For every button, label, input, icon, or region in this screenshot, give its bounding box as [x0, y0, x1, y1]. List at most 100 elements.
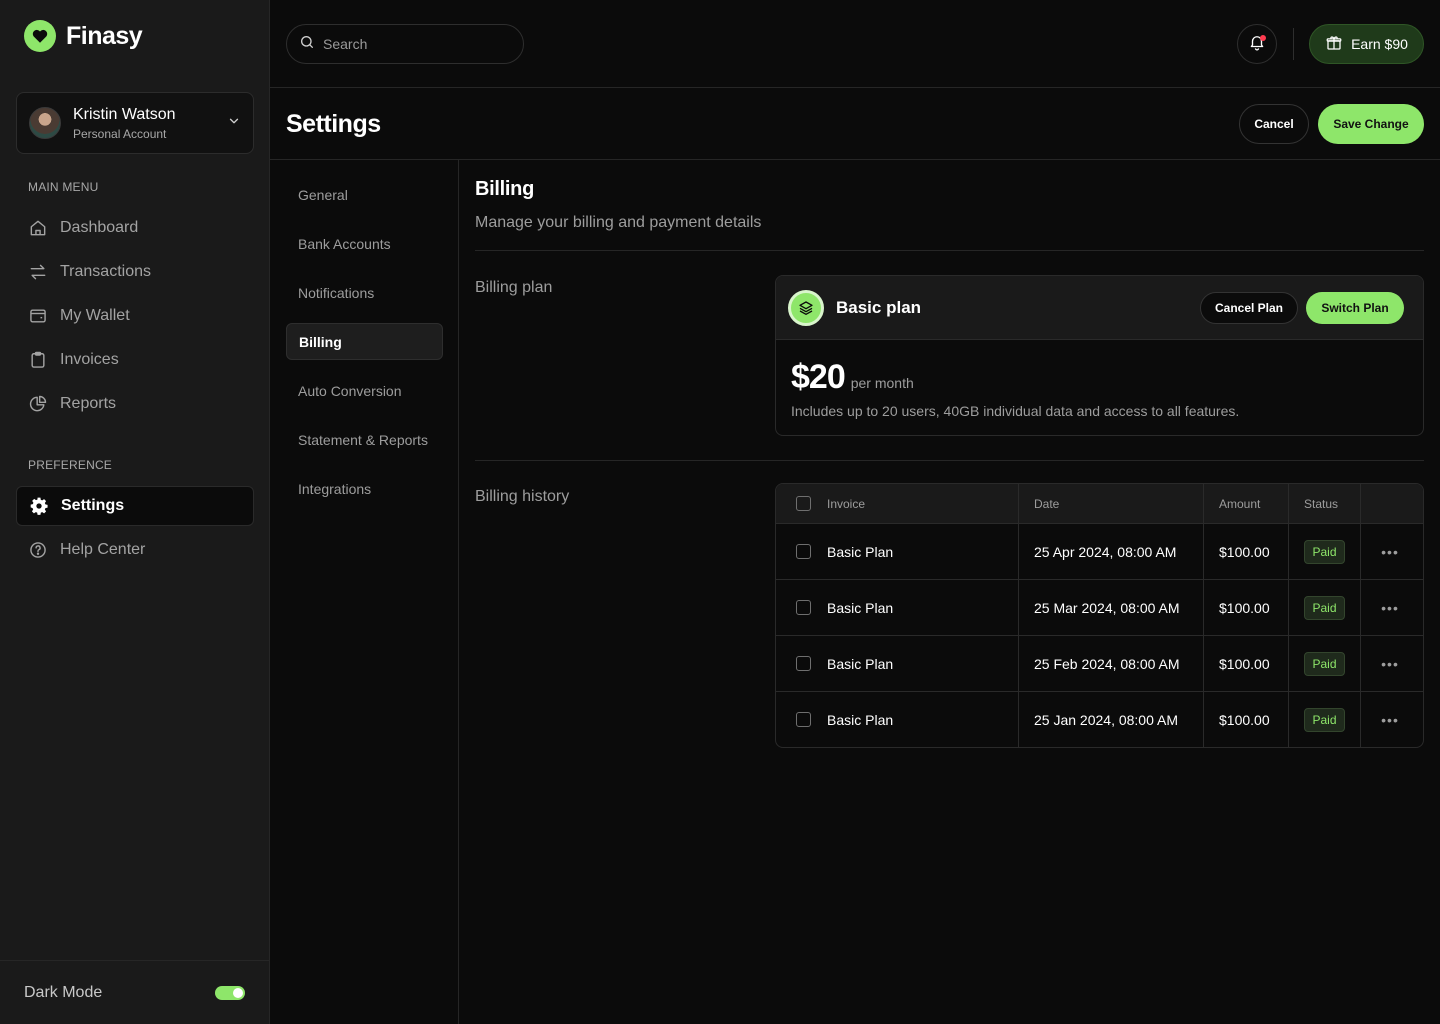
settings-tab-bank-accounts[interactable]: Bank Accounts	[286, 225, 443, 262]
column-divider	[1288, 484, 1289, 747]
table-row: Basic Plan 25 Apr 2024, 08:00 AM $100.00…	[776, 524, 1423, 580]
status-badge: Paid	[1304, 708, 1345, 732]
dark-mode-toggle[interactable]	[215, 985, 245, 1000]
sidebar-item-reports[interactable]: Reports	[16, 384, 254, 424]
account-type: Personal Account	[73, 126, 167, 141]
divider	[1293, 28, 1294, 60]
settings-tab-notifications[interactable]: Notifications	[286, 274, 443, 311]
sidebar-item-label: Help Center	[60, 541, 146, 558]
billing-history-label: Billing history	[475, 488, 570, 505]
table-header: Invoice Date Amount Status	[776, 484, 1423, 524]
search-input[interactable]	[323, 36, 503, 52]
account-switcher[interactable]: Kristin Watson Personal Account	[16, 92, 254, 154]
cancel-plan-button[interactable]: Cancel Plan	[1200, 292, 1298, 324]
layers-icon	[788, 289, 824, 326]
earn-label: Earn $90	[1351, 36, 1408, 52]
sidebar-item-my-wallet[interactable]: My Wallet	[16, 296, 254, 336]
sidebar-item-label: Reports	[60, 395, 117, 412]
topbar: Earn $90	[270, 0, 1440, 88]
invoice-cell: Basic Plan	[827, 544, 894, 560]
sidebar: Finasy Kristin Watson Personal Account M…	[0, 0, 270, 1024]
sidebar-item-label: Settings	[61, 497, 125, 514]
more-icon[interactable]: •••	[1380, 654, 1400, 674]
col-status: Status	[1304, 497, 1339, 511]
account-name: Kristin Watson	[73, 105, 176, 123]
notification-dot	[1260, 35, 1266, 41]
select-all-checkbox[interactable]	[796, 496, 811, 511]
search-icon	[299, 34, 315, 55]
chevron-down-icon	[227, 114, 241, 133]
table-row: Basic Plan 25 Mar 2024, 08:00 AM $100.00…	[776, 580, 1423, 636]
sidebar-item-invoices[interactable]: Invoices	[16, 340, 254, 380]
sidebar-item-dashboard[interactable]: Dashboard	[16, 208, 254, 248]
invoice-cell: Basic Plan	[827, 600, 894, 616]
page-header: Settings Cancel Save Change	[270, 88, 1440, 160]
settings-tab-statement-reports[interactable]: Statement & Reports	[286, 421, 443, 458]
amount-cell: $100.00	[1219, 712, 1270, 728]
home-icon	[28, 218, 48, 238]
plan-card-header: Basic plan Cancel Plan Switch Plan	[776, 276, 1423, 340]
plan-price: $20 per month	[791, 358, 914, 397]
page-title: Settings	[286, 110, 381, 138]
more-icon[interactable]: •••	[1380, 542, 1400, 562]
heart-icon	[24, 20, 56, 52]
date-cell: 25 Mar 2024, 08:00 AM	[1034, 600, 1180, 616]
row-checkbox[interactable]	[796, 656, 811, 671]
settings-tab-general[interactable]: General	[286, 176, 443, 213]
more-icon[interactable]: •••	[1380, 598, 1400, 618]
amount-cell: $100.00	[1219, 656, 1270, 672]
row-checkbox[interactable]	[796, 712, 811, 727]
billing-title: Billing	[475, 178, 535, 200]
col-amount: Amount	[1219, 497, 1261, 511]
help-icon	[28, 540, 48, 560]
settings-nav: General Bank Accounts Notifications Bill…	[270, 160, 459, 1024]
gift-icon	[1325, 34, 1343, 55]
billing-plan-label: Billing plan	[475, 279, 553, 296]
sidebar-item-label: Dashboard	[60, 219, 139, 236]
gear-icon	[29, 496, 49, 516]
sidebar-item-settings[interactable]: Settings	[16, 486, 254, 526]
date-cell: 25 Feb 2024, 08:00 AM	[1034, 656, 1180, 672]
sidebar-item-label: My Wallet	[60, 307, 130, 324]
dark-mode-label: Dark Mode	[24, 983, 103, 1001]
plan-name: Basic plan	[836, 297, 922, 317]
avatar	[29, 107, 61, 139]
search-box[interactable]	[286, 24, 524, 64]
column-divider	[1018, 484, 1019, 747]
notifications-button[interactable]	[1237, 24, 1277, 64]
table-row: Basic Plan 25 Jan 2024, 08:00 AM $100.00…	[776, 692, 1423, 747]
plan-card: Basic plan Cancel Plan Switch Plan $20 p…	[775, 275, 1424, 436]
save-change-button[interactable]: Save Change	[1318, 104, 1424, 144]
billing-subtitle: Manage your billing and payment details	[475, 214, 762, 231]
settings-tab-billing[interactable]: Billing	[286, 323, 443, 360]
pie-chart-icon	[28, 394, 48, 414]
sidebar-item-label: Transactions	[60, 263, 151, 280]
settings-tab-integrations[interactable]: Integrations	[286, 470, 443, 507]
amount-cell: $100.00	[1219, 600, 1270, 616]
date-cell: 25 Apr 2024, 08:00 AM	[1034, 544, 1177, 560]
sidebar-item-help-center[interactable]: Help Center	[16, 530, 254, 570]
invoice-cell: Basic Plan	[827, 712, 894, 728]
row-checkbox[interactable]	[796, 600, 811, 615]
invoice-cell: Basic Plan	[827, 656, 894, 672]
cancel-button[interactable]: Cancel	[1239, 104, 1309, 144]
divider	[475, 460, 1424, 461]
status-badge: Paid	[1304, 596, 1345, 620]
logo[interactable]: Finasy	[24, 20, 143, 52]
amount-cell: $100.00	[1219, 544, 1270, 560]
billing-history-table: Invoice Date Amount Status Basic Plan 25…	[775, 483, 1424, 748]
row-checkbox[interactable]	[796, 544, 811, 559]
col-invoice: Invoice	[827, 497, 866, 511]
more-icon[interactable]: •••	[1380, 710, 1400, 730]
divider	[475, 250, 1424, 251]
settings-tab-auto-conversion[interactable]: Auto Conversion	[286, 372, 443, 409]
sidebar-item-transactions[interactable]: Transactions	[16, 252, 254, 292]
earn-button[interactable]: Earn $90	[1309, 24, 1424, 64]
switch-plan-button[interactable]: Switch Plan	[1306, 292, 1404, 324]
preference-label: PREFERENCE	[28, 458, 113, 472]
column-divider	[1360, 484, 1361, 747]
price-value: $20	[791, 358, 846, 396]
plan-description: Includes up to 20 users, 40GB individual…	[791, 403, 1240, 419]
arrows-icon	[28, 262, 48, 282]
status-badge: Paid	[1304, 540, 1345, 564]
